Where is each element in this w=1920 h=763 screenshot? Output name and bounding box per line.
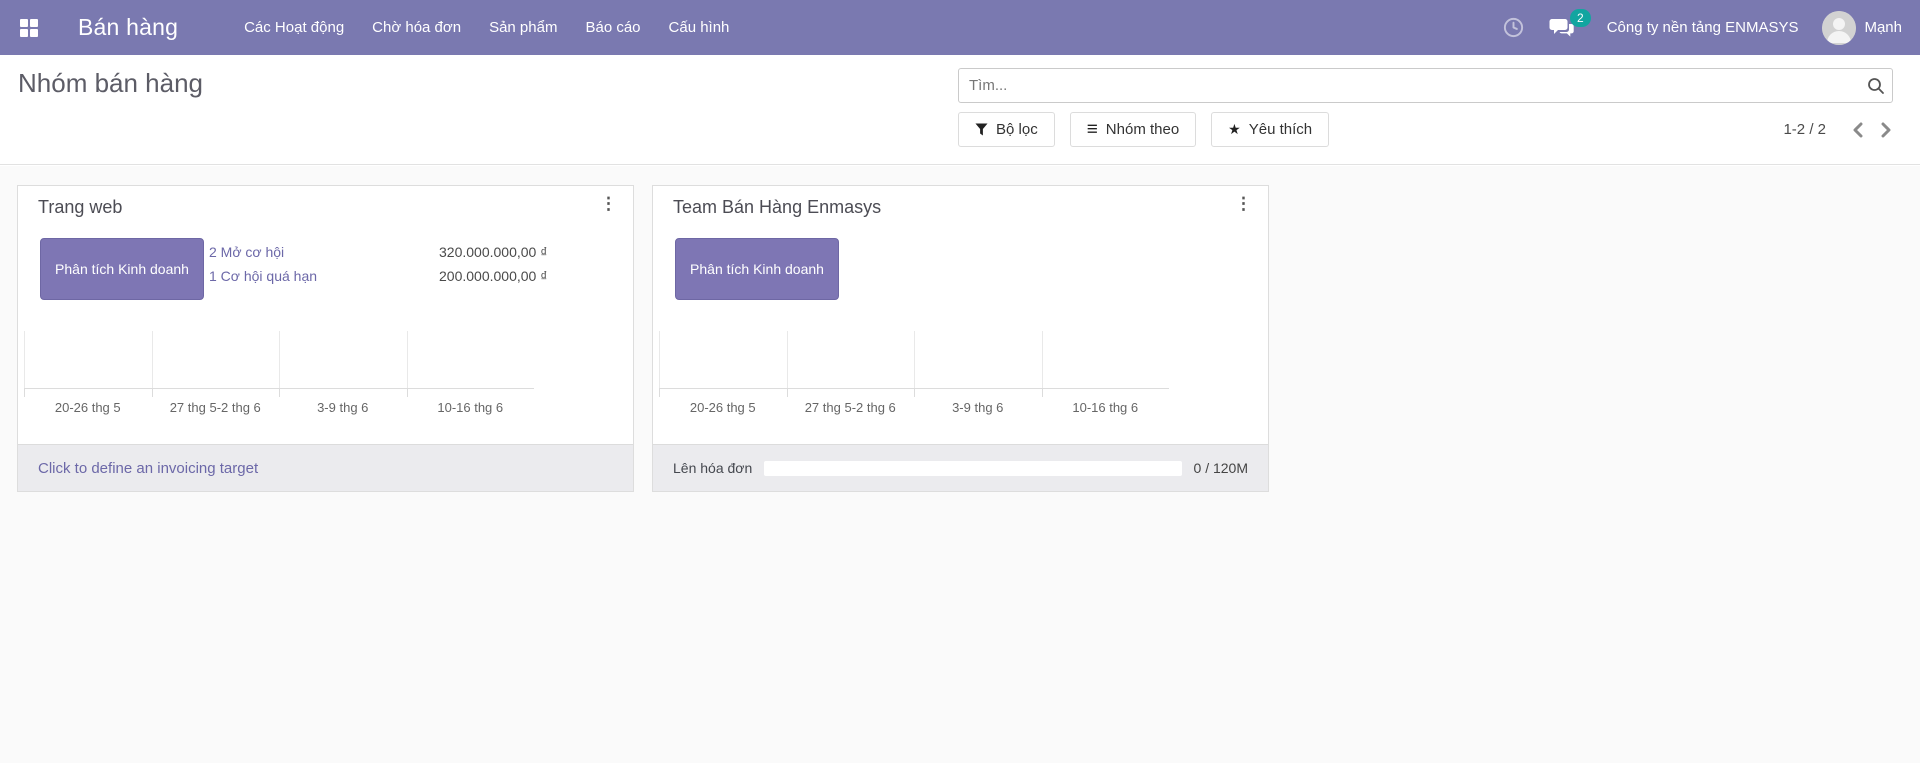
chart-grid-cell [24,331,152,388]
user-menu[interactable]: Mạnh [1822,11,1902,45]
search-button[interactable] [1866,76,1886,99]
chart-x-axis-labels: 20-26 thg 5 27 thg 5-2 thg 6 3-9 thg 6 1… [24,400,534,415]
messages-button[interactable]: 2 [1549,17,1575,39]
chart-grid-cell [152,331,280,388]
apps-menu-button[interactable] [0,0,58,55]
clock-icon [1502,16,1525,39]
x-tick-label: 3-9 thg 6 [914,400,1042,415]
team-activity-chart: 20-26 thg 5 27 thg 5-2 thg 6 3-9 thg 6 1… [24,331,534,415]
define-invoicing-target-link[interactable]: Click to define an invoicing target [38,460,258,477]
apps-grid-icon [20,19,38,37]
menu-item-to-invoice[interactable]: Chờ hóa đơn [372,19,461,36]
pipeline-analysis-button[interactable]: Phân tích Kinh doanh [40,238,204,300]
chart-grid-cell [1042,331,1170,388]
x-tick-label: 10-16 thg 6 [1042,400,1170,415]
x-tick-label: 20-26 thg 5 [24,400,152,415]
sales-team-card-enmasys: Team Bán Hàng Enmasys ⋮ Phân tích Kinh d… [652,185,1269,492]
chevron-right-icon [1880,122,1892,138]
navbar-left: Bán hàng Các Hoạt động Chờ hóa đơn Sản p… [0,0,729,55]
menu-item-reporting[interactable]: Báo cáo [585,19,640,36]
x-tick-label: 27 thg 5-2 thg 6 [152,400,280,415]
search-options-row: Bộ lọc ≡ Nhóm theo ★ Yêu thích [958,112,1329,147]
x-tick-label: 20-26 thg 5 [659,400,787,415]
invoicing-progress-text: 0 / 120M [1194,460,1248,476]
kebab-menu-icon[interactable]: ⋮ [594,194,623,213]
favorites-label: Yêu thích [1249,121,1312,138]
x-tick-label: 10-16 thg 6 [407,400,535,415]
star-icon: ★ [1228,121,1241,138]
main-menu: Các Hoạt động Chờ hóa đơn Sản phẩm Báo c… [244,19,729,36]
opportunity-links: 2 Mở cơ hội 1 Cơ hội quá hạn [209,243,317,286]
pager-range: 1-2 / 2 [1783,121,1826,138]
pipeline-analysis-button[interactable]: Phân tích Kinh doanh [675,238,839,300]
activities-button[interactable] [1502,16,1525,39]
pager-previous-button[interactable] [1848,118,1868,142]
menu-item-products[interactable]: Sản phẩm [489,19,557,36]
chart-grid-cell [279,331,407,388]
opportunity-amounts: 320.000.000,00 ₫ 200.000.000,00 ₫ [439,243,547,286]
pager: 1-2 / 2 [1783,112,1896,147]
avatar [1822,11,1856,45]
filter-funnel-icon [975,123,988,136]
pager-next-button[interactable] [1876,118,1896,142]
chart-grid-cell [914,331,1042,388]
x-tick-label: 3-9 thg 6 [279,400,407,415]
kanban-view: Trang web ⋮ Phân tích Kinh doanh 2 Mở cơ… [0,166,1920,763]
card-footer: Lên hóa đơn 0 / 120M [653,444,1268,491]
card-title[interactable]: Team Bán Hàng Enmasys [673,197,881,218]
chart-plot-area [24,331,534,389]
top-navbar: Bán hàng Các Hoạt động Chờ hóa đơn Sản p… [0,0,1920,55]
messages-count-badge: 2 [1570,9,1591,27]
search-box [958,68,1893,103]
chart-plot-area [659,331,1169,389]
groupby-label: Nhóm theo [1106,121,1179,138]
menu-item-configuration[interactable]: Cấu hình [669,19,730,36]
chart-x-axis-labels: 20-26 thg 5 27 thg 5-2 thg 6 3-9 thg 6 1… [659,400,1169,415]
kebab-menu-icon[interactable]: ⋮ [1229,194,1258,213]
menu-item-activities[interactable]: Các Hoạt động [244,19,344,36]
filters-button[interactable]: Bộ lọc [958,112,1055,147]
chart-grid-cell [659,331,787,388]
invoicing-progress-bar[interactable] [764,461,1181,476]
invoicing-label: Lên hóa đơn [673,460,752,476]
card-footer: Click to define an invoicing target [18,444,633,491]
chevron-left-icon [1852,122,1864,138]
search-icon [1866,76,1886,96]
group-by-icon: ≡ [1087,123,1098,137]
overdue-opportunities-link[interactable]: 1 Cơ hội quá hạn [209,267,317,286]
favorites-button[interactable]: ★ Yêu thích [1211,112,1329,147]
overdue-opportunities-amount: 200.000.000,00 ₫ [439,267,547,286]
control-panel: Nhóm bán hàng Bộ lọc ≡ Nhóm theo ★ Yêu t… [0,55,1920,165]
team-activity-chart: 20-26 thg 5 27 thg 5-2 thg 6 3-9 thg 6 1… [659,331,1169,415]
filters-label: Bộ lọc [996,121,1038,138]
chart-grid-cell [787,331,915,388]
chart-grid-cell [407,331,535,388]
open-opportunities-amount: 320.000.000,00 ₫ [439,243,547,262]
company-switcher[interactable]: Công ty nền tảng ENMASYS [1607,19,1799,36]
x-tick-label: 27 thg 5-2 thg 6 [787,400,915,415]
open-opportunities-link[interactable]: 2 Mở cơ hội [209,243,317,262]
page-title: Nhóm bán hàng [18,68,203,99]
sales-team-card-trang-web: Trang web ⋮ Phân tích Kinh doanh 2 Mở cơ… [17,185,634,492]
search-input[interactable] [959,69,1892,102]
card-title[interactable]: Trang web [38,197,122,218]
user-name: Mạnh [1864,19,1902,36]
navbar-right: 2 Công ty nền tảng ENMASYS Mạnh [1502,11,1920,45]
groupby-button[interactable]: ≡ Nhóm theo [1070,112,1196,147]
app-brand[interactable]: Bán hàng [78,14,178,41]
